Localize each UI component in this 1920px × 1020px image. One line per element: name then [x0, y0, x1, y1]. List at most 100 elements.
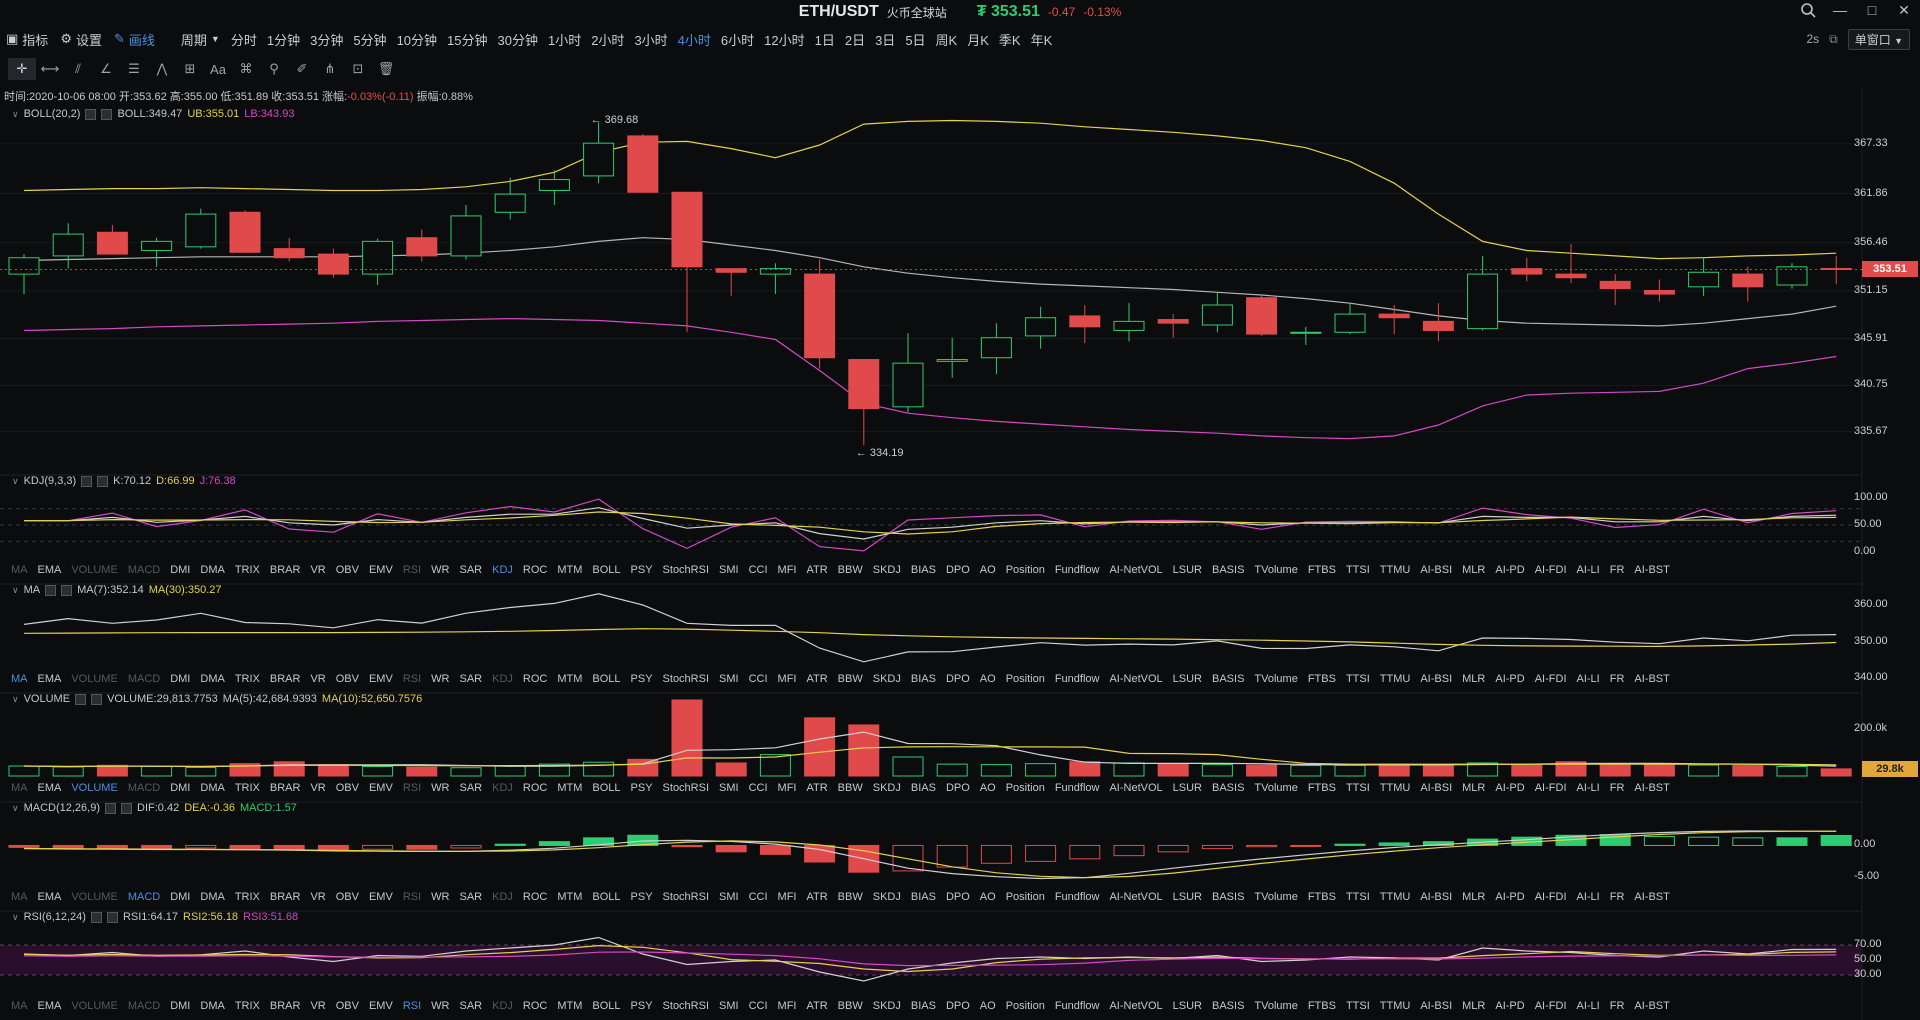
- indicator-tab[interactable]: WR: [426, 1000, 454, 1012]
- indicator-tab[interactable]: StochRSI: [658, 564, 714, 576]
- indicator-tab[interactable]: BOLL: [587, 564, 625, 576]
- indicator-tab[interactable]: AI-FDI: [1530, 782, 1572, 794]
- collapse-icon[interactable]: ∨: [12, 585, 19, 596]
- indicator-tab[interactable]: ATR: [801, 891, 832, 903]
- indicator-tab[interactable]: PSY: [626, 782, 658, 794]
- indicator-tab[interactable]: AI-NetVOL: [1104, 673, 1167, 685]
- indicator-tab[interactable]: ROC: [518, 673, 552, 685]
- indicator-tab[interactable]: OBV: [331, 1000, 364, 1012]
- indicator-tab[interactable]: SAR: [454, 564, 487, 576]
- indicator-tab[interactable]: VOLUME: [66, 1000, 122, 1012]
- indicator-tab[interactable]: AI-FDI: [1530, 673, 1572, 685]
- indicator-tab[interactable]: SMI: [714, 564, 744, 576]
- indicator-tab[interactable]: MTM: [552, 564, 587, 576]
- indicator-tab[interactable]: MFI: [773, 673, 802, 685]
- indicator-tab[interactable]: Position: [1001, 1000, 1050, 1012]
- indicator-tab[interactable]: OBV: [331, 564, 364, 576]
- indicator-tab[interactable]: WR: [426, 782, 454, 794]
- indicator-tab[interactable]: MA: [6, 1000, 33, 1012]
- indicator-tab[interactable]: TTSI: [1341, 564, 1375, 576]
- indicator-tab[interactable]: RSI: [398, 1000, 426, 1012]
- indicator-tab[interactable]: AI-PD: [1490, 673, 1529, 685]
- indicator-tab[interactable]: VR: [305, 1000, 330, 1012]
- indicator-tab[interactable]: ROC: [518, 891, 552, 903]
- indicator-tab[interactable]: RSI: [398, 564, 426, 576]
- indicator-tab[interactable]: BIAS: [906, 564, 941, 576]
- indicator-tab[interactable]: BRAR: [265, 1000, 306, 1012]
- indicator-tab[interactable]: WR: [426, 673, 454, 685]
- indicator-tab[interactable]: AI-FDI: [1530, 564, 1572, 576]
- indicator-tab[interactable]: DMA: [195, 1000, 229, 1012]
- indicator-tab[interactable]: RSI: [398, 891, 426, 903]
- indicator-tab[interactable]: ATR: [801, 782, 832, 794]
- indicator-tab[interactable]: AI-BST: [1629, 782, 1674, 794]
- indicator-tab[interactable]: EMA: [33, 1000, 67, 1012]
- indicator-tab[interactable]: AI-PD: [1490, 564, 1529, 576]
- indicator-tab[interactable]: ATR: [801, 1000, 832, 1012]
- indicator-tab[interactable]: SMI: [714, 673, 744, 685]
- indicator-tab[interactable]: TRIX: [230, 1000, 265, 1012]
- indicator-tab[interactable]: MA: [6, 673, 33, 685]
- close-icon[interactable]: [97, 475, 109, 487]
- indicator-tab[interactable]: MA: [6, 782, 33, 794]
- indicator-tab[interactable]: TVolume: [1249, 891, 1302, 903]
- indicator-tab[interactable]: DMI: [165, 564, 195, 576]
- indicator-tab[interactable]: MLR: [1457, 1000, 1490, 1012]
- indicator-tab[interactable]: Fundflow: [1050, 564, 1105, 576]
- indicator-tab[interactable]: KDJ: [487, 673, 518, 685]
- indicator-tab[interactable]: BBW: [833, 1000, 868, 1012]
- indicator-tab[interactable]: DMI: [165, 891, 195, 903]
- indicator-tab[interactable]: AI-BST: [1629, 673, 1674, 685]
- indicator-tab[interactable]: TRIX: [230, 891, 265, 903]
- indicator-tab[interactable]: AI-PD: [1490, 891, 1529, 903]
- indicator-tab[interactable]: SKDJ: [868, 782, 906, 794]
- indicator-tab[interactable]: LSUR: [1168, 782, 1207, 794]
- indicator-tab[interactable]: Position: [1001, 673, 1050, 685]
- indicator-tab[interactable]: TRIX: [230, 564, 265, 576]
- indicator-tab[interactable]: Fundflow: [1050, 1000, 1105, 1012]
- indicator-tab[interactable]: MACD: [123, 564, 165, 576]
- indicator-tab[interactable]: BOLL: [587, 782, 625, 794]
- indicator-tab[interactable]: FR: [1605, 891, 1630, 903]
- indicator-tab[interactable]: TRIX: [230, 782, 265, 794]
- indicator-tab[interactable]: LSUR: [1168, 891, 1207, 903]
- indicator-tab[interactable]: TTSI: [1341, 1000, 1375, 1012]
- indicator-tab[interactable]: BASIS: [1207, 564, 1249, 576]
- indicator-tab[interactable]: BASIS: [1207, 1000, 1249, 1012]
- indicator-tab[interactable]: OBV: [331, 673, 364, 685]
- collapse-icon[interactable]: ∨: [12, 694, 19, 705]
- indicator-tab[interactable]: SAR: [454, 1000, 487, 1012]
- indicator-tab[interactable]: BRAR: [265, 673, 306, 685]
- settings-icon[interactable]: [81, 475, 93, 487]
- indicator-tab[interactable]: VR: [305, 782, 330, 794]
- indicator-tab[interactable]: BOLL: [587, 1000, 625, 1012]
- indicator-tab[interactable]: ROC: [518, 564, 552, 576]
- indicator-tab[interactable]: SKDJ: [868, 1000, 906, 1012]
- indicator-tab[interactable]: DMA: [195, 782, 229, 794]
- indicator-tab[interactable]: KDJ: [487, 564, 518, 576]
- indicator-tab[interactable]: MFI: [773, 564, 802, 576]
- indicator-tab[interactable]: DPO: [941, 891, 975, 903]
- indicator-tab[interactable]: PSY: [626, 1000, 658, 1012]
- close-icon[interactable]: [106, 911, 118, 923]
- indicator-tab[interactable]: CCI: [744, 1000, 773, 1012]
- indicator-tab[interactable]: AI-LI: [1572, 782, 1605, 794]
- indicator-tab[interactable]: SKDJ: [868, 673, 906, 685]
- indicator-tab[interactable]: FR: [1605, 1000, 1630, 1012]
- indicator-tab[interactable]: AO: [975, 673, 1001, 685]
- indicator-tab[interactable]: KDJ: [487, 782, 518, 794]
- indicator-tab[interactable]: StochRSI: [658, 673, 714, 685]
- indicator-tab[interactable]: CCI: [744, 891, 773, 903]
- indicator-tab[interactable]: SAR: [454, 891, 487, 903]
- indicator-tab[interactable]: FTBS: [1303, 673, 1341, 685]
- indicator-tab[interactable]: MLR: [1457, 891, 1490, 903]
- indicator-tab[interactable]: TVolume: [1249, 782, 1302, 794]
- indicator-tab[interactable]: MLR: [1457, 782, 1490, 794]
- indicator-tab[interactable]: PSY: [626, 891, 658, 903]
- indicator-tab[interactable]: BBW: [833, 564, 868, 576]
- indicator-tab[interactable]: MTM: [552, 673, 587, 685]
- indicator-tab[interactable]: OBV: [331, 891, 364, 903]
- indicator-tab[interactable]: BBW: [833, 782, 868, 794]
- indicator-tab[interactable]: VOLUME: [66, 673, 122, 685]
- indicator-tab[interactable]: AI-NetVOL: [1104, 564, 1167, 576]
